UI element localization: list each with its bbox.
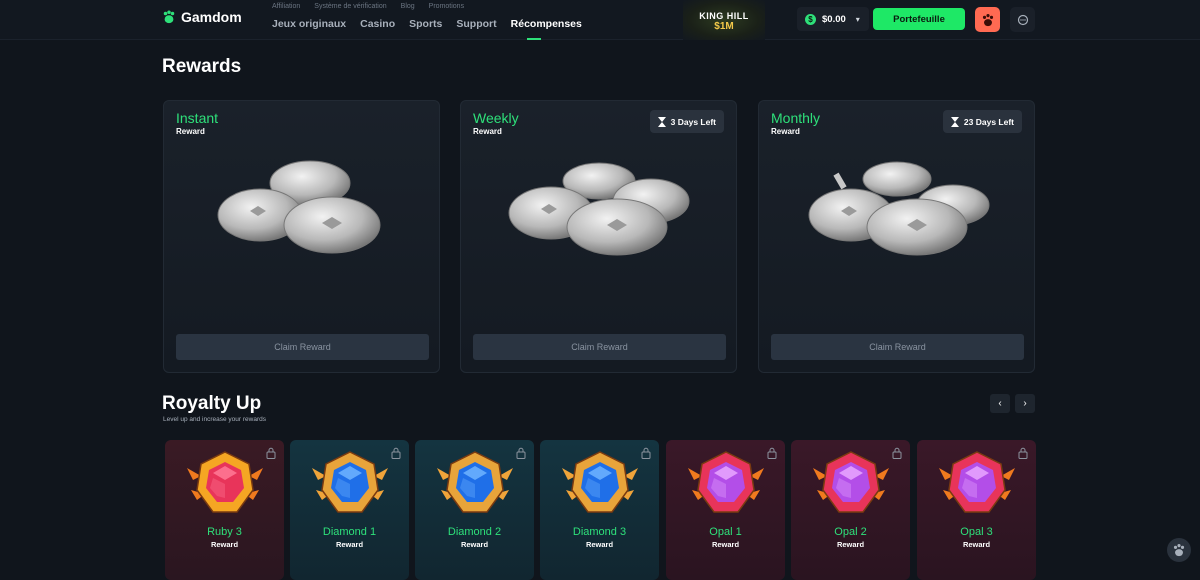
tier-name: Opal 3 [960, 526, 993, 538]
reward-card-subtitle: Reward [176, 127, 205, 136]
silver-coins-icon [508, 162, 690, 256]
diamond-badge-icon [437, 451, 513, 513]
reward-card-title: Weekly [473, 110, 519, 126]
nav-original-games[interactable]: Jeux originaux [272, 18, 346, 30]
nav-promotions[interactable]: Promotions [429, 3, 464, 10]
royalty-title: Royalty Up [162, 393, 262, 414]
carousel-prev-button[interactable]: ‹ [990, 394, 1010, 413]
reward-card-weekly: Weekly Reward 3 Days Left Claim Reward [460, 100, 737, 373]
royalty-tier-card[interactable]: Diamond 2 Reward [415, 440, 534, 580]
tier-reward-label: Reward [460, 540, 489, 549]
royalty-tier-card[interactable]: Diamond 3 Reward [540, 440, 659, 580]
balance-value: $0.00 [822, 13, 846, 25]
opal-badge-icon [813, 451, 889, 513]
logo[interactable]: Gamdom [162, 9, 242, 25]
reward-card-title: Instant [176, 110, 219, 126]
paw-avatar-icon [982, 13, 993, 26]
silver-coins-icon [808, 161, 990, 256]
avatar[interactable] [975, 7, 1000, 32]
carousel-next-button[interactable]: › [1015, 394, 1035, 413]
ruby-badge-icon [187, 451, 263, 513]
wallet-button[interactable]: Portefeuille [873, 8, 965, 30]
chat-button[interactable] [1010, 7, 1035, 32]
lock-icon [516, 447, 526, 459]
chevron-down-icon: ▾ [855, 14, 860, 24]
rewards-title: Rewards [162, 56, 242, 77]
royalty-tier-card[interactable]: Opal 1 Reward [666, 440, 785, 580]
reward-card-instant: Instant Reward Claim Reward [163, 100, 440, 373]
reward-card-title: Monthly [771, 110, 821, 126]
tier-name: Diamond 2 [447, 526, 502, 538]
hourglass-icon [657, 116, 666, 127]
timer-text: 23 Days Left [963, 116, 1014, 127]
timer-badge: 23 Days Left [942, 110, 1022, 133]
timer-text: 3 Days Left [670, 116, 716, 127]
royalty-tier-card[interactable]: Opal 2 Reward [791, 440, 910, 580]
tier-reward-label: Reward [335, 540, 364, 549]
logo-text: Gamdom [181, 9, 242, 25]
reward-card-subtitle: Reward [771, 127, 800, 136]
tier-name: Opal 1 [709, 526, 742, 538]
tier-reward-label: Reward [210, 540, 239, 549]
main-nav: Jeux originaux Casino Sports Support Réc… [272, 18, 582, 30]
tier-reward-label: Reward [836, 540, 865, 549]
chat-icon [1017, 14, 1028, 25]
claim-reward-button[interactable]: Claim Reward [176, 334, 429, 360]
reward-card-monthly: Monthly Reward 23 Days Left Claim Reward [758, 100, 1035, 373]
diamond-badge-icon [562, 451, 638, 513]
reward-card-subtitle: Reward [473, 127, 502, 136]
tier-name: Ruby 3 [207, 526, 242, 538]
lock-icon [892, 447, 902, 459]
tier-reward-label: Reward [711, 540, 740, 549]
royalty-tier-card[interactable]: Diamond 1 Reward [290, 440, 409, 580]
nav-verification[interactable]: Système de vérification [314, 3, 386, 10]
lock-icon [266, 447, 276, 459]
king-of-the-hill-promo[interactable]: KING HILL $1M [683, 0, 765, 40]
dollar-coin-icon: $ [805, 13, 816, 25]
nav-casino[interactable]: Casino [360, 18, 395, 30]
lock-icon [391, 447, 401, 459]
tier-name: Diamond 3 [572, 526, 627, 538]
active-nav-indicator [527, 38, 541, 40]
tier-reward-label: Reward [585, 540, 614, 549]
lock-icon [641, 447, 651, 459]
lock-icon [1018, 447, 1028, 459]
nav-rewards[interactable]: Récompenses [511, 18, 582, 30]
top-header: Gamdom Affiliation Système de vérificati… [0, 0, 1200, 40]
paw-logo-icon [163, 10, 175, 24]
hourglass-icon [950, 116, 959, 127]
opal-badge-icon [939, 451, 1015, 513]
claim-reward-button[interactable]: Claim Reward [771, 334, 1024, 360]
opal-badge-icon [688, 451, 764, 513]
nav-sports[interactable]: Sports [409, 18, 442, 30]
tier-reward-label: Reward [962, 540, 991, 549]
nav-blog[interactable]: Blog [401, 3, 415, 10]
lock-icon [767, 447, 777, 459]
tier-name: Diamond 1 [322, 526, 377, 538]
royalty-tier-card[interactable]: Ruby 3 Reward [165, 440, 284, 580]
timer-badge: 3 Days Left [649, 110, 724, 133]
promo-amount: $1M [714, 21, 734, 32]
nav-support[interactable]: Support [456, 18, 496, 30]
nav-affiliation[interactable]: Affiliation [272, 3, 300, 10]
secondary-nav: Affiliation Système de vérification Blog… [272, 3, 464, 10]
support-fab-button[interactable] [1167, 538, 1191, 562]
claim-reward-button[interactable]: Claim Reward [473, 334, 726, 360]
silver-coins-icon [217, 160, 381, 254]
promo-title: KING HILL [699, 11, 749, 21]
tier-name: Opal 2 [834, 526, 867, 538]
balance-dropdown[interactable]: $ $0.00 ▾ [797, 7, 869, 31]
royalty-tier-card[interactable]: Opal 3 Reward [917, 440, 1036, 580]
paw-support-icon [1173, 544, 1185, 557]
diamond-badge-icon [312, 451, 388, 513]
royalty-subtitle: Level up and increase your rewards [163, 416, 266, 423]
